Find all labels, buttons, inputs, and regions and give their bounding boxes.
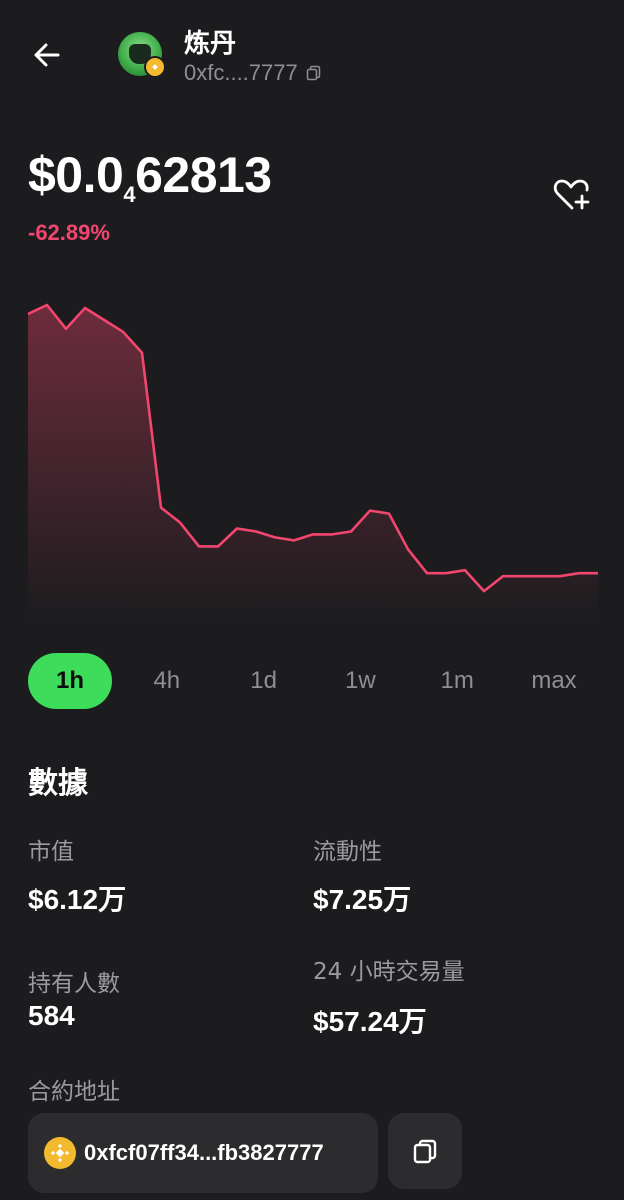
contract-address: 0xfcf07ff34...fb3827777 <box>84 1140 324 1165</box>
tab-1h[interactable]: 1h <box>28 653 112 709</box>
price-zero-count: 4 <box>123 182 136 207</box>
price-prefix: $0.0 <box>28 147 124 203</box>
back-button[interactable] <box>26 34 68 76</box>
holders-label: 持有人數 <box>28 971 120 997</box>
market-cap-label: 市值 <box>28 839 74 865</box>
token-price: $0.0462813 <box>28 146 272 208</box>
heart-plus-icon <box>553 179 590 210</box>
arrow-left-icon <box>34 43 60 67</box>
favorite-button[interactable] <box>548 172 594 218</box>
holders-value: 584 <box>28 1000 75 1031</box>
tab-1w[interactable]: 1w <box>318 653 402 709</box>
tab-max[interactable]: max <box>512 653 596 709</box>
liquidity-label: 流動性 <box>313 839 382 865</box>
time-range-tabs: 1h 4h 1d 1w 1m max <box>28 653 596 709</box>
copy-contract-button[interactable] <box>388 1113 462 1189</box>
price-change: -62.89% <box>28 220 110 245</box>
token-detail-screen: 炼丹 0xfc....7777 $0.0462813 -62.89% 1h 4h 1… <box>0 0 624 1200</box>
contract-label: 合約地址 <box>28 1079 120 1105</box>
stats-title: 數據 <box>28 766 88 801</box>
liquidity-value: $7.25万 <box>313 884 412 915</box>
bnb-badge-icon <box>144 56 166 78</box>
chart-area <box>28 305 598 620</box>
price-digits: 62813 <box>135 147 272 203</box>
token-avatar <box>118 32 166 78</box>
tab-1d[interactable]: 1d <box>222 653 306 709</box>
tab-1m[interactable]: 1m <box>415 653 499 709</box>
copy-icon <box>413 1139 437 1164</box>
tab-4h[interactable]: 4h <box>125 653 209 709</box>
bnb-icon <box>44 1137 76 1169</box>
volume-value: $57.24万 <box>313 1006 427 1037</box>
contract-address-box[interactable]: 0xfcf07ff34...fb3827777 <box>28 1113 378 1193</box>
token-address: 0xfc....7777 <box>184 60 298 85</box>
market-cap-value: $6.12万 <box>28 884 127 915</box>
copy-icon[interactable] <box>306 65 322 81</box>
token-address-row[interactable]: 0xfc....7777 <box>184 60 322 86</box>
volume-label: 24 小時交易量 <box>313 959 465 985</box>
token-name: 炼丹 <box>184 29 237 59</box>
price-chart[interactable] <box>28 290 598 620</box>
